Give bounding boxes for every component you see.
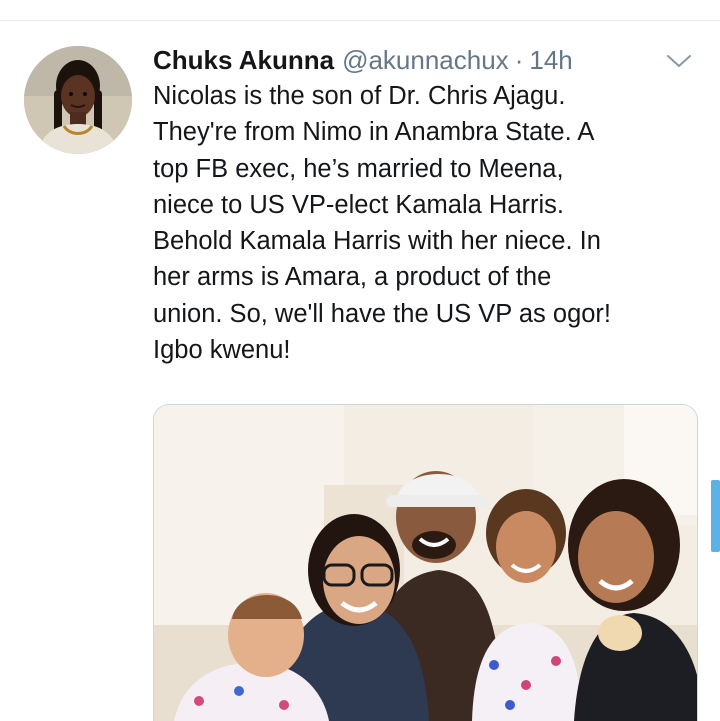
tweet-text-line: top FB exec, he’s married to Meena,	[153, 154, 564, 183]
tweet-text-line: Igbo kwenu!	[153, 336, 291, 365]
tweet-text-line: They're from Nimo in Anambra State. A	[153, 118, 595, 147]
tweet-text: Nicolas is the son of Dr. Chris Ajagu. T…	[153, 78, 698, 368]
tweet-text-line: Behold Kamala Harris with her niece. In	[153, 227, 601, 256]
scrollbar-thumb[interactable]	[711, 480, 720, 552]
avatar[interactable]	[24, 46, 132, 154]
tweet-photo[interactable]	[153, 404, 698, 721]
tweet-text-line: niece to US VP-elect Kamala Harris.	[153, 190, 564, 219]
user-handle[interactable]: @akunnachux	[342, 42, 509, 78]
tweet-text-line: Nicolas is the son of Dr. Chris Ajagu.	[153, 82, 566, 110]
chevron-down-icon[interactable]	[664, 50, 694, 72]
tweet[interactable]: Chuks Akunna @akunnachux · 14h Nicolas i…	[0, 0, 720, 721]
family-photo	[154, 405, 697, 721]
separator-dot: ·	[514, 45, 524, 75]
tweet-header: Chuks Akunna @akunnachux · 14h	[153, 42, 573, 78]
avatar-image	[24, 46, 132, 154]
tweet-text-line: her arms is Amara, a product of the	[153, 263, 552, 292]
display-name[interactable]: Chuks Akunna	[153, 42, 334, 78]
tweet-text-line: union. So, we'll have the US VP as ogor!	[153, 299, 612, 328]
timestamp[interactable]: 14h	[529, 42, 572, 78]
